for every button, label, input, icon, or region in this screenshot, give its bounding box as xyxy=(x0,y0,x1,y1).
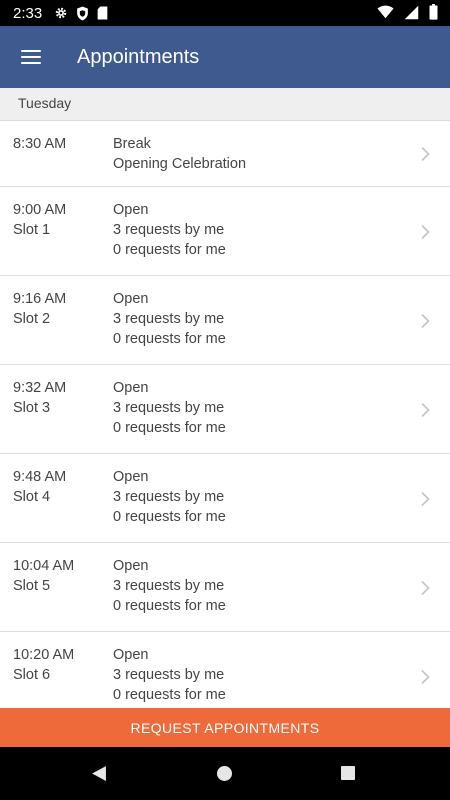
chevron-right-icon xyxy=(421,146,430,162)
appointment-slot: Slot 3 xyxy=(13,400,51,416)
chevron-right-icon xyxy=(421,224,430,240)
appointment-time-block: 9:16 AM Slot 2 xyxy=(13,289,66,329)
appointment-status: Open xyxy=(113,469,149,485)
appointment-slot: Slot 1 xyxy=(13,222,51,238)
appointment-status: Break xyxy=(113,136,151,152)
back-icon[interactable] xyxy=(90,765,107,782)
appointment-time: 8:30 AM xyxy=(13,136,67,152)
recents-icon[interactable] xyxy=(341,766,355,780)
requests-by-me: 3 requests by me xyxy=(113,222,225,238)
appointment-time: 9:48 AM xyxy=(13,469,67,485)
request-appointments-button[interactable]: REQUEST APPOINTMENTS xyxy=(0,708,450,747)
appointment-time-block: 9:48 AM Slot 4 xyxy=(13,467,66,507)
chevron-right-icon xyxy=(421,669,430,685)
appointment-status: Open xyxy=(113,647,149,663)
appointment-row[interactable]: 9:00 AM Slot 1 Open 3 requests by me 0 r… xyxy=(0,187,450,276)
appointment-status: Open xyxy=(113,291,149,307)
status-bar: 2:33 xyxy=(0,0,450,26)
appointment-info-block: Open 3 requests by me 0 requests for me xyxy=(113,289,226,349)
appointment-info-block: Open 3 requests by me 0 requests for me xyxy=(113,556,226,616)
requests-by-me: 3 requests by me xyxy=(113,400,225,416)
chevron-right-icon xyxy=(421,402,430,418)
appointment-time: 9:16 AM xyxy=(13,291,67,307)
requests-for-me: 0 requests for me xyxy=(113,509,226,525)
appointment-time-block: 10:04 AM Slot 5 xyxy=(13,556,74,596)
status-time: 2:33 xyxy=(13,4,43,22)
appointment-info-block: Open 3 requests by me 0 requests for me xyxy=(113,645,226,705)
shield-icon xyxy=(77,6,89,20)
requests-for-me: 0 requests for me xyxy=(113,598,226,614)
appointment-status: Open xyxy=(113,558,149,574)
requests-by-me: 3 requests by me xyxy=(113,578,225,594)
appointment-status: Open xyxy=(113,380,149,396)
chevron-right-icon xyxy=(421,313,430,329)
appointment-list[interactable]: 8:30 AM Break Opening Celebration 9:00 A… xyxy=(0,121,450,708)
requests-by-me: 3 requests by me xyxy=(113,489,225,505)
requests-for-me: 0 requests for me xyxy=(113,331,226,347)
menu-icon xyxy=(21,50,41,64)
appointment-row[interactable]: 10:20 AM Slot 6 Open 3 requests by me 0 … xyxy=(0,632,450,708)
section-header-day: Tuesday xyxy=(0,88,450,121)
requests-for-me: 0 requests for me xyxy=(113,687,226,703)
appointment-info-block: Open 3 requests by me 0 requests for me xyxy=(113,378,226,438)
app-bar: Appointments xyxy=(0,26,450,88)
appointment-status: Open xyxy=(113,202,149,218)
page-title: Appointments xyxy=(77,45,200,68)
home-icon[interactable] xyxy=(217,766,232,781)
system-nav-bar xyxy=(0,747,450,800)
appointment-slot: Slot 4 xyxy=(13,489,51,505)
appointment-slot: Slot 5 xyxy=(13,578,51,594)
appointment-row[interactable]: 9:16 AM Slot 2 Open 3 requests by me 0 r… xyxy=(0,276,450,365)
appointment-time: 10:20 AM xyxy=(13,647,75,663)
appointment-time-block: 9:32 AM Slot 3 xyxy=(13,378,66,418)
appointment-info-block: Open 3 requests by me 0 requests for me xyxy=(113,200,226,260)
wifi-icon xyxy=(377,5,394,19)
chevron-right-icon xyxy=(421,580,430,596)
chevron-right-icon xyxy=(421,491,430,507)
sd-card-icon xyxy=(97,6,108,20)
appointment-time-block: 9:00 AM Slot 1 xyxy=(13,200,66,240)
requests-for-me: 0 requests for me xyxy=(113,420,226,436)
appointment-description: Opening Celebration xyxy=(113,156,247,172)
appointment-row[interactable]: 10:04 AM Slot 5 Open 3 requests by me 0 … xyxy=(0,543,450,632)
battery-icon xyxy=(429,4,438,20)
appointment-info-block: Open 3 requests by me 0 requests for me xyxy=(113,467,226,527)
appointment-slot: Slot 2 xyxy=(13,311,51,327)
requests-by-me: 3 requests by me xyxy=(113,311,225,327)
settings-icon xyxy=(55,7,67,19)
appointment-time: 10:04 AM xyxy=(13,558,75,574)
appointment-slot: Slot 6 xyxy=(13,667,51,683)
signal-icon xyxy=(404,5,419,19)
menu-button[interactable] xyxy=(0,26,60,88)
appointment-row[interactable]: 9:48 AM Slot 4 Open 3 requests by me 0 r… xyxy=(0,454,450,543)
appointment-time-block: 10:20 AM Slot 6 xyxy=(13,645,74,685)
requests-by-me: 3 requests by me xyxy=(113,667,225,683)
appointment-time: 9:32 AM xyxy=(13,380,67,396)
appointment-time: 9:00 AM xyxy=(13,202,67,218)
appointment-row[interactable]: 8:30 AM Break Opening Celebration xyxy=(0,121,450,187)
appointment-time-block: 8:30 AM xyxy=(13,134,66,154)
appointment-row[interactable]: 9:32 AM Slot 3 Open 3 requests by me 0 r… xyxy=(0,365,450,454)
appointment-info-block: Break Opening Celebration xyxy=(113,134,246,174)
requests-for-me: 0 requests for me xyxy=(113,242,226,258)
